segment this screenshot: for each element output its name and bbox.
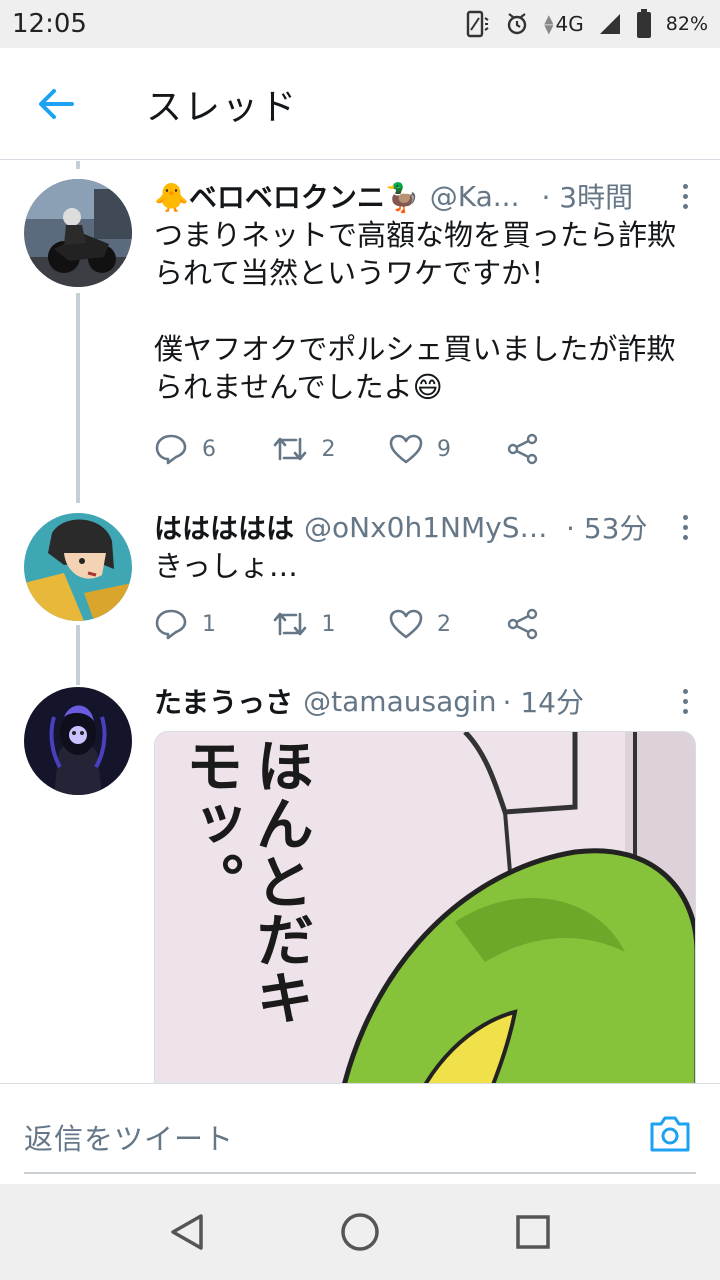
avatar[interactable] <box>24 513 132 621</box>
author-name[interactable]: 🐥ベロベロクンニ🦆 <box>154 176 420 216</box>
reply-button[interactable]: 1 <box>154 608 272 640</box>
more-options-button[interactable] <box>670 183 700 209</box>
app-bar: スレッド <box>0 48 720 160</box>
like-count: 2 <box>437 611 451 637</box>
page-title: スレッド <box>146 86 299 128</box>
tweet-time: · 3時間 <box>541 181 634 214</box>
tweet-actions: 6 2 9 <box>154 429 624 469</box>
share-icon <box>507 608 537 640</box>
tweet-image[interactable]: ほんとだキモッ。 <box>154 731 696 1083</box>
reply-icon <box>155 434 187 465</box>
tweet[interactable]: 🐥ベロベロクンニ🦆 @Ka... · 3時間 つまりネットで高額な物を買ったら詐… <box>0 161 720 501</box>
tweet[interactable]: ははははは @oNx0h1NMySv... · 53分 きっしょ… 1 1 2 <box>0 501 720 681</box>
vibrate-icon <box>464 10 490 38</box>
share-button[interactable] <box>507 433 625 465</box>
retweet-button[interactable]: 2 <box>272 434 390 464</box>
tweet-text: きっしょ… <box>154 549 298 583</box>
like-count: 9 <box>437 436 451 462</box>
nav-home-button[interactable] <box>320 1192 400 1272</box>
signal-icon <box>598 12 622 36</box>
back-button[interactable] <box>0 48 112 160</box>
tweet-time: · 14分 <box>502 686 584 719</box>
tweet[interactable]: たまうっさ @tamausagin · 14分 ほんとだキモッ。 <box>0 681 720 1083</box>
reply-icon <box>155 609 187 640</box>
nav-back-button[interactable] <box>147 1192 227 1272</box>
circle-home-icon <box>341 1213 379 1251</box>
reply-input[interactable]: 返信をツイート <box>24 1102 696 1174</box>
share-button[interactable] <box>507 608 625 640</box>
square-recents-icon <box>516 1215 551 1249</box>
thread-list[interactable]: 🐥ベロベロクンニ🦆 @Ka... · 3時間 つまりネットで高額な物を買ったら詐… <box>0 161 720 1083</box>
alarm-icon <box>504 10 530 38</box>
author-name[interactable]: ははははは <box>154 507 294 547</box>
back-arrow-icon <box>39 88 74 119</box>
status-bar: 12:05 ▲ ▼ 4G 82% <box>0 0 720 48</box>
retweet-button[interactable]: 1 <box>272 609 390 639</box>
tweet-text: つまりネットで高額な物を買ったら詐欺られて当然というワケですか！ 僕ヤフオクでポ… <box>154 218 677 404</box>
reply-button[interactable]: 6 <box>154 433 272 465</box>
heart-icon <box>389 609 423 639</box>
avatar[interactable] <box>24 687 132 795</box>
triangle-back-icon <box>170 1214 203 1250</box>
network-type-label: ▲ ▼ 4G <box>544 12 584 36</box>
status-time: 12:05 <box>12 9 87 39</box>
author-handle[interactable]: @oNx0h1NMySv... <box>304 511 550 544</box>
retweet-count: 1 <box>321 611 336 637</box>
camera-icon <box>650 1116 690 1152</box>
image-caption-vertical: ほんとだキモッ。 <box>176 736 314 1026</box>
battery-percent: 82% <box>665 13 708 35</box>
author-handle[interactable]: @tamausagin <box>303 685 496 718</box>
battery-icon <box>636 9 652 39</box>
avatar[interactable] <box>24 179 132 287</box>
author-handle[interactable]: @Ka... <box>430 180 520 213</box>
retweet-count: 2 <box>321 436 336 462</box>
tweet-time: · 53分 <box>566 512 648 545</box>
reply-count: 1 <box>202 611 216 637</box>
reply-count: 6 <box>202 436 216 462</box>
heart-icon <box>389 434 423 464</box>
share-icon <box>507 433 537 465</box>
like-button[interactable]: 2 <box>389 609 507 639</box>
like-button[interactable]: 9 <box>389 434 507 464</box>
reply-bar: 返信をツイート <box>0 1083 720 1183</box>
tweet-actions: 1 1 2 <box>154 604 624 644</box>
nav-recents-button[interactable] <box>493 1192 573 1272</box>
system-nav-bar <box>0 1184 720 1280</box>
more-options-button[interactable] <box>670 688 700 714</box>
camera-button[interactable] <box>648 1114 692 1158</box>
retweet-icon <box>273 437 306 461</box>
more-options-button[interactable] <box>670 514 700 540</box>
author-name[interactable]: たまうっさ <box>154 681 293 721</box>
retweet-icon <box>273 612 306 636</box>
